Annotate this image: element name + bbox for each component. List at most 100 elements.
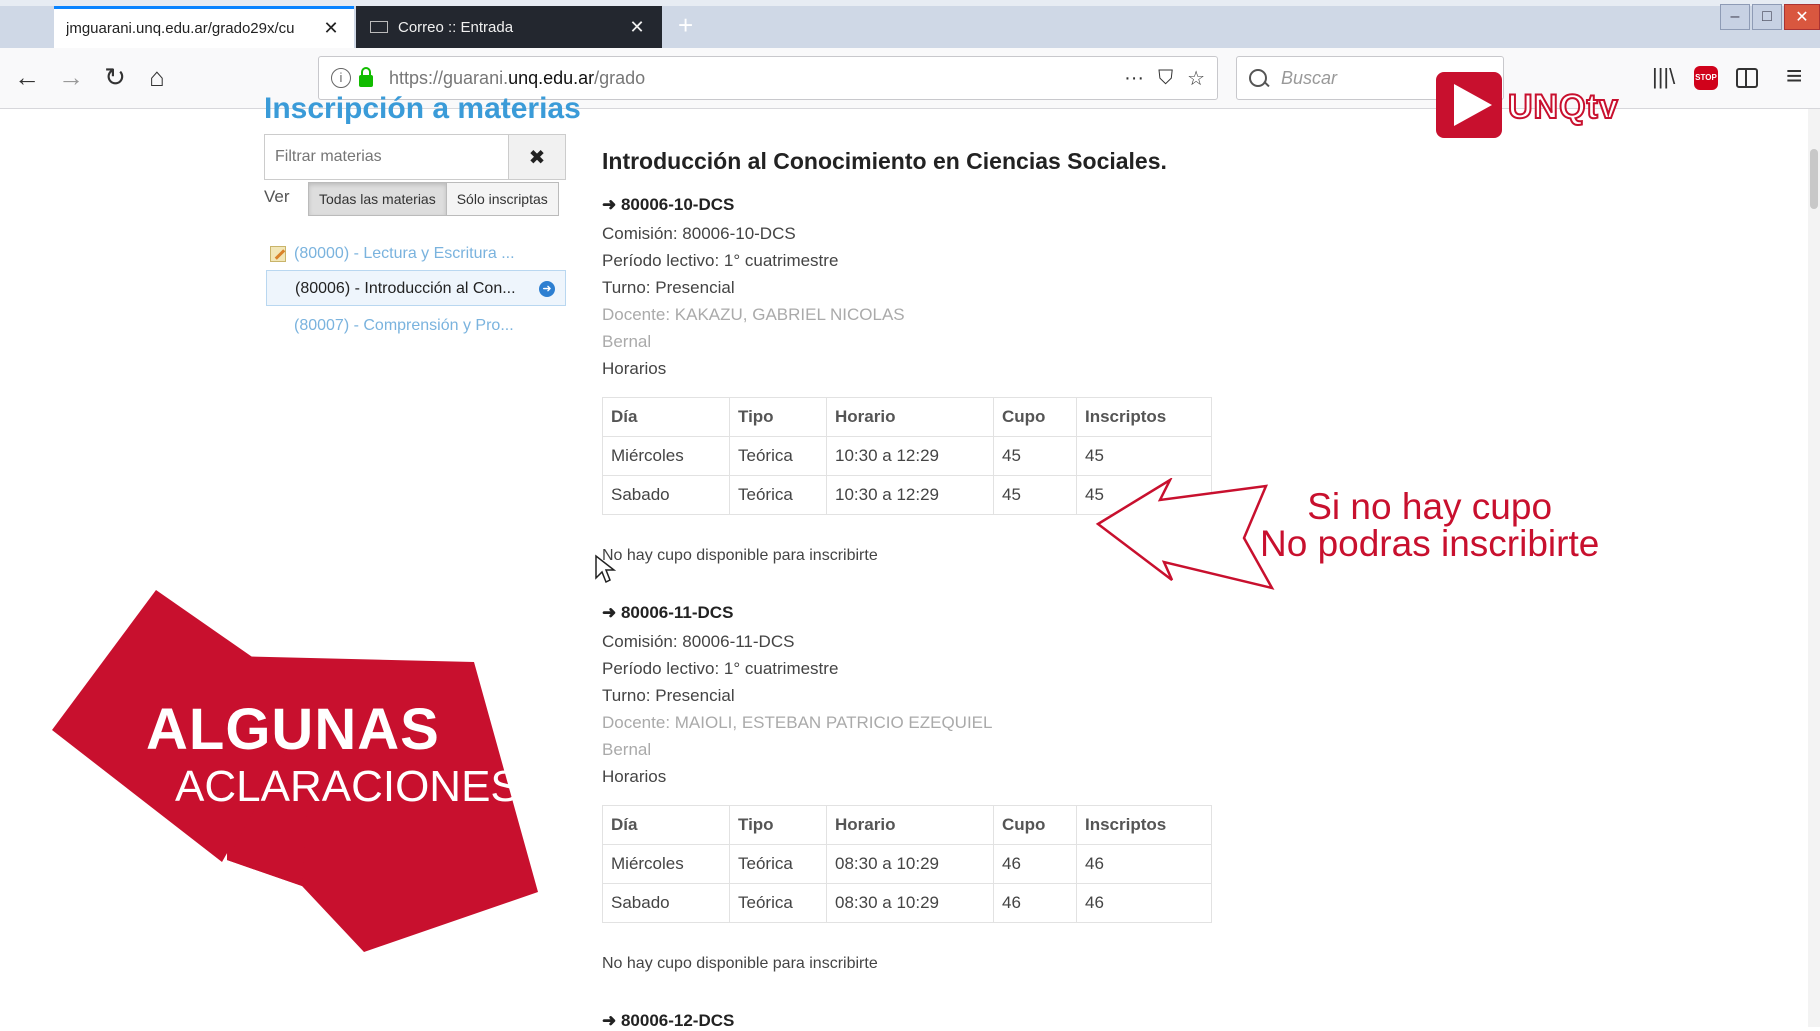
search-icon <box>1249 69 1267 87</box>
filter-input[interactable] <box>265 135 508 179</box>
clear-filter-button[interactable]: ✖ <box>508 135 565 179</box>
cell: 45 <box>993 436 1077 476</box>
close-window-icon[interactable]: ✕ <box>1784 4 1820 30</box>
comision-line: Comisión: 80006-11-DCS <box>602 632 795 651</box>
materia-label: (80007) - Comprensión y Pro... <box>294 317 514 334</box>
banner-title: ALGUNAS <box>146 697 440 762</box>
lock-icon <box>359 67 373 87</box>
minimize-icon[interactable]: – <box>1720 4 1750 30</box>
col-dia: Día <box>602 805 730 845</box>
ver-label: Ver <box>264 187 290 206</box>
cell: Sabado <box>602 883 730 923</box>
pocket-icon[interactable]: ⛉ <box>1158 67 1173 90</box>
callout-text: Si no hay cupo No podras inscribirte <box>1260 488 1599 562</box>
adblock-icon[interactable]: STOP <box>1694 66 1718 90</box>
col-inscriptos: Inscriptos <box>1076 805 1212 845</box>
cell: 10:30 a 12:29 <box>826 475 994 515</box>
periodo-line: Período lectivo: 1° cuatrimestre <box>602 659 839 678</box>
todas-materias-button[interactable]: Todas las materias <box>308 182 447 216</box>
info-icon[interactable]: i <box>331 68 351 88</box>
scrollbar-thumb[interactable] <box>1810 149 1818 209</box>
hamburger-menu-icon[interactable]: ≡ <box>1786 60 1802 92</box>
callout-arrow <box>1095 478 1275 590</box>
logo-text: UNQtv <box>1507 87 1619 127</box>
forward-arrow-icon[interactable]: → <box>54 62 88 92</box>
pencil-icon <box>270 246 286 262</box>
turno-line: Turno: Presencial <box>602 686 735 705</box>
table-row: Miércoles Teórica 10:30 a 12:29 45 45 <box>602 436 1212 476</box>
reload-icon[interactable]: ↻ <box>98 62 132 92</box>
cell: 45 <box>1076 436 1212 476</box>
cell: 08:30 a 10:29 <box>826 883 994 923</box>
arrow-circle-icon: ➜ <box>539 281 555 297</box>
status-message: No hay cupo disponible para inscribirte <box>602 955 878 972</box>
col-inscriptos: Inscriptos <box>1076 397 1212 437</box>
home-icon[interactable]: ⌂ <box>140 62 174 92</box>
bookmark-star-icon[interactable]: ☆ <box>1187 66 1205 91</box>
col-dia: Día <box>602 397 730 437</box>
cell: 10:30 a 12:29 <box>826 436 994 476</box>
col-cupo: Cupo <box>993 805 1077 845</box>
url-text: https://guarani.unq.edu.ar/grado <box>389 67 646 88</box>
cell: 45 <box>993 475 1077 515</box>
callout-line: No podras inscribirte <box>1260 523 1600 564</box>
cell: 46 <box>1076 883 1212 923</box>
horarios-table: Día Tipo Horario Cupo Inscriptos Miércol… <box>602 805 1212 923</box>
cell: 46 <box>993 844 1077 884</box>
materia-80007[interactable]: (80007) - Comprensión y Pro... <box>266 308 566 344</box>
solo-inscriptas-button[interactable]: Sólo inscriptas <box>446 182 559 216</box>
cell: 46 <box>993 883 1077 923</box>
close-tab-icon[interactable]: ✕ <box>320 18 342 39</box>
back-arrow-icon[interactable]: ← <box>10 62 44 92</box>
table-header-row: Día Tipo Horario Cupo Inscriptos <box>602 397 1212 437</box>
cell: Sabado <box>602 475 730 515</box>
horarios-label: Horarios <box>602 359 667 378</box>
docente-line: Docente: MAIOLI, ESTEBAN PATRICIO EZEQUI… <box>602 713 993 732</box>
turno-line: Turno: Presencial <box>602 278 735 297</box>
close-tab-icon[interactable]: ✕ <box>626 17 648 38</box>
window-controls: – □ ✕ <box>1720 4 1820 30</box>
materia-80006[interactable]: (80006) - Introducción al Con... ➜ <box>266 270 566 306</box>
cell: Miércoles <box>602 844 730 884</box>
search-placeholder: Buscar <box>1281 67 1338 88</box>
tab-correo[interactable]: Correo :: Entrada ✕ <box>356 6 662 48</box>
materia-label: (80000) - Lectura y Escritura ... <box>294 245 515 262</box>
table-row: Sabado Teórica 08:30 a 10:29 46 46 <box>602 883 1212 923</box>
cell: Teórica <box>729 883 827 923</box>
cell: Miércoles <box>602 436 730 476</box>
page-scrollbar[interactable] <box>1808 109 1820 1027</box>
maximize-icon[interactable]: □ <box>1752 4 1782 30</box>
cell: Teórica <box>729 475 827 515</box>
sede-line: Bernal <box>602 332 652 351</box>
comision-code: ➜ 80006-11-DCS <box>602 603 734 622</box>
sidebar-toggle-icon[interactable] <box>1736 68 1758 88</box>
materia-label: (80006) - Introducción al Con... <box>295 280 516 297</box>
new-tab-icon[interactable]: + <box>678 10 693 41</box>
tab-guarani[interactable]: jmguarani.unq.edu.ar/grado29x/cu ✕ <box>54 6 354 48</box>
cell: 08:30 a 10:29 <box>826 844 994 884</box>
play-icon <box>1436 72 1502 138</box>
docente-line: Docente: KAKAZU, GABRIEL NICOLAS <box>602 305 905 324</box>
comision-line: Comisión: 80006-10-DCS <box>602 224 796 243</box>
view-toggle: Todas las materias Sólo inscriptas <box>308 182 559 216</box>
materia-80000[interactable]: (80000) - Lectura y Escritura ... <box>266 236 566 272</box>
col-horario: Horario <box>826 397 994 437</box>
tab-title: Correo :: Entrada <box>398 18 514 36</box>
callout-line: Si no hay cupo <box>1307 486 1553 527</box>
col-tipo: Tipo <box>729 805 827 845</box>
page-title: Inscripción a materias <box>264 92 581 125</box>
filter-materias: ✖ <box>264 134 566 180</box>
col-tipo: Tipo <box>729 397 827 437</box>
comision-code: ➜ 80006-12-DCS <box>602 1011 735 1030</box>
library-icon[interactable]: |||\ <box>1652 64 1675 90</box>
page-actions-icon[interactable]: ··· <box>1124 67 1144 90</box>
tab-bar: jmguarani.unq.edu.ar/grado29x/cu ✕ Corre… <box>0 0 1820 48</box>
col-cupo: Cupo <box>993 397 1077 437</box>
sede-line: Bernal <box>602 740 652 759</box>
mail-icon <box>370 21 388 33</box>
table-row: Miércoles Teórica 08:30 a 10:29 46 46 <box>602 844 1212 884</box>
tab-title: jmguarani.unq.edu.ar/grado29x/cu <box>66 20 295 37</box>
table-header-row: Día Tipo Horario Cupo Inscriptos <box>602 805 1212 845</box>
col-horario: Horario <box>826 805 994 845</box>
comision-code: ➜ 80006-10-DCS <box>602 195 735 214</box>
